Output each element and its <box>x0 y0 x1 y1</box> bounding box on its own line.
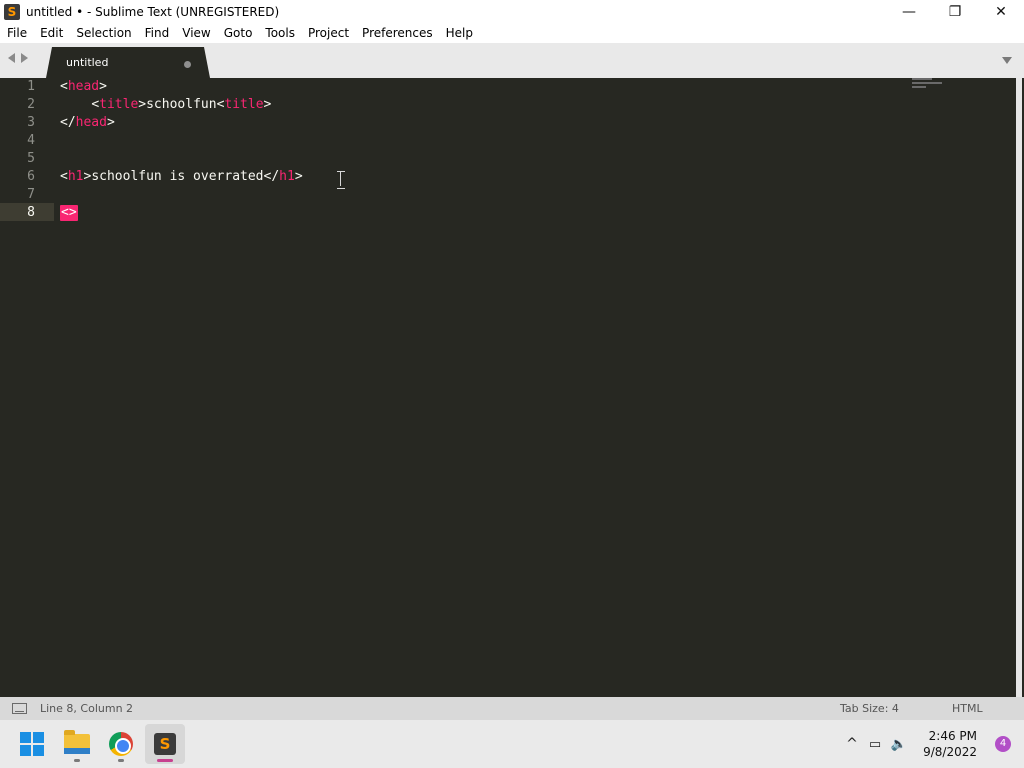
window-title: untitled • - Sublime Text (UNREGISTERED) <box>26 4 280 19</box>
menu-preferences[interactable]: Preferences <box>355 23 439 43</box>
text-cursor-icon <box>337 171 345 189</box>
menu-tools[interactable]: Tools <box>258 23 301 43</box>
line-number: 5 <box>27 151 35 166</box>
chrome-button[interactable] <box>101 724 141 764</box>
clock-date: 9/8/2022 <box>923 745 977 759</box>
code-line-2[interactable]: <title>schoolfun<title> <box>60 96 271 114</box>
tab-back-icon[interactable] <box>8 53 15 63</box>
vertical-scrollbar[interactable] <box>1016 78 1022 697</box>
code-punct: </ <box>60 115 76 130</box>
status-bar: Line 8, Column 2 Tab Size: 4 HTML <box>0 697 1024 720</box>
code-punct: < <box>91 97 100 112</box>
code-tag: h1 <box>279 169 295 184</box>
menu-file[interactable]: File <box>0 23 33 43</box>
line-number: 4 <box>27 133 35 148</box>
show-hidden-icons-chevron-icon[interactable]: ^ <box>842 736 862 752</box>
editor-area[interactable]: 1 2 3 4 5 6 7 8 <head> <title>schoolfun<… <box>0 78 1024 697</box>
title-bar: untitled • - Sublime Text (UNREGISTERED)… <box>0 0 1024 23</box>
code-line-6[interactable]: <h1>schoolfun is overrated</h1> <box>60 168 303 186</box>
sublime-text-icon: S <box>154 733 176 755</box>
menu-view[interactable]: View <box>175 23 216 43</box>
code-line-3[interactable]: </head> <box>60 114 115 132</box>
panel-toggle-icon[interactable] <box>12 703 27 714</box>
menu-help[interactable]: Help <box>439 23 479 43</box>
restore-button[interactable]: ❐ <box>932 0 978 23</box>
tab-bar: untitled <box>0 43 1024 78</box>
network-icon[interactable]: ▭ <box>862 737 888 752</box>
menu-selection[interactable]: Selection <box>69 23 137 43</box>
running-indicator <box>74 759 80 762</box>
tab-untitled[interactable]: untitled <box>46 47 210 78</box>
line-number: 1 <box>27 79 35 94</box>
chrome-icon <box>109 732 133 756</box>
tab-navigation <box>8 53 28 63</box>
unsaved-dot-icon[interactable] <box>184 61 191 68</box>
code-tag: head <box>67 79 100 94</box>
code-tag: head <box>75 115 107 130</box>
line-number: 6 <box>27 169 35 184</box>
code-punct: > <box>138 97 147 112</box>
code-tag: title <box>224 97 264 112</box>
line-number-gutter: 1 2 3 4 5 6 7 8 <box>0 78 54 697</box>
close-button[interactable]: ✕ <box>978 0 1024 23</box>
code-punct: < <box>60 79 68 94</box>
clock-time: 2:46 PM <box>928 729 977 743</box>
menu-project[interactable]: Project <box>301 23 355 43</box>
notification-badge[interactable]: 4 <box>995 736 1011 752</box>
file-explorer-icon <box>64 730 90 754</box>
window-controls: — ❐ ✕ <box>886 0 1024 23</box>
menu-find[interactable]: Find <box>138 23 176 43</box>
tab-size-setting[interactable]: Tab Size: 4 <box>840 702 899 715</box>
syntax-setting[interactable]: HTML <box>952 702 983 715</box>
tab-list-dropdown-icon[interactable] <box>1002 57 1012 64</box>
line-number: 7 <box>27 187 35 202</box>
code-tag: h1 <box>67 169 84 184</box>
sublime-text-button[interactable]: S <box>145 724 185 764</box>
line-number-active: 8 <box>27 205 35 220</box>
cursor-position: Line 8, Column 2 <box>40 702 134 715</box>
tab-forward-icon[interactable] <box>21 53 28 63</box>
code-punct: </ <box>263 169 280 184</box>
start-button[interactable] <box>12 724 52 764</box>
code-punct: > <box>106 115 115 130</box>
tab-label: untitled <box>66 56 109 69</box>
code-text-content: schoolfun <box>146 97 217 112</box>
line-number: 2 <box>27 97 35 112</box>
volume-icon[interactable]: 🔈 <box>888 737 910 752</box>
windows-start-icon <box>20 732 44 756</box>
code-text-content: schoolfun is overrated <box>91 169 264 184</box>
menu-bar: File Edit Selection Find View Goto Tools… <box>0 23 1024 43</box>
minimize-button[interactable]: — <box>886 0 932 23</box>
clock[interactable]: 2:46 PM 9/8/2022 <box>923 728 977 760</box>
menu-edit[interactable]: Edit <box>33 23 69 43</box>
menu-goto[interactable]: Goto <box>217 23 259 43</box>
code-punct: > <box>263 97 272 112</box>
minimap[interactable] <box>912 78 946 92</box>
code-line-1[interactable]: <head> <box>60 78 107 96</box>
auto-complete-tag-cursor[interactable]: <> <box>60 205 78 221</box>
file-explorer-button[interactable] <box>57 724 97 764</box>
taskbar: S ^ ▭ 🔈 2:46 PM 9/8/2022 4 <box>0 720 1024 768</box>
code-punct: > <box>294 169 303 184</box>
active-indicator <box>157 759 173 762</box>
code-tag: title <box>99 97 139 112</box>
line-number: 3 <box>27 115 35 130</box>
running-indicator <box>118 759 124 762</box>
code-line-8[interactable]: <> <box>60 204 78 222</box>
sublime-app-icon <box>4 3 20 20</box>
system-tray: ^ ▭ 🔈 <box>842 720 910 768</box>
code-punct: > <box>99 79 107 94</box>
code-punct: < <box>60 169 68 184</box>
